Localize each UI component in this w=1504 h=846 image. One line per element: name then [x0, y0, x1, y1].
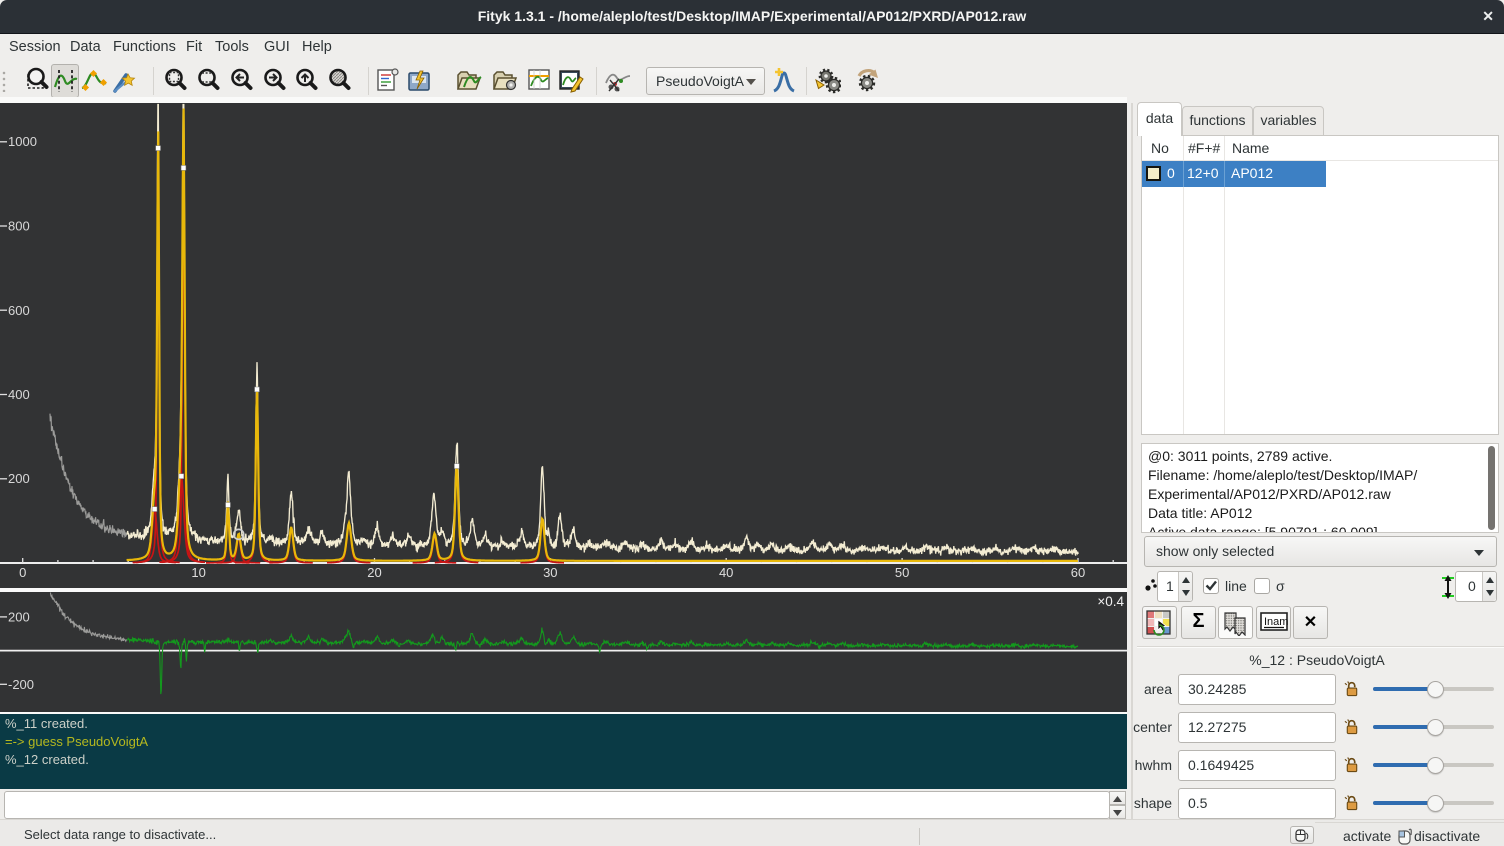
svg-text:10: 10 [191, 565, 205, 580]
svg-text:1000: 1000 [8, 134, 37, 149]
svg-text:Inam: Inam [1264, 616, 1288, 628]
svg-text:200: 200 [8, 471, 30, 486]
svg-text:800: 800 [8, 219, 30, 234]
svg-text:400: 400 [8, 387, 30, 402]
svg-text:600: 600 [8, 303, 30, 318]
svg-text:60: 60 [1071, 565, 1085, 580]
svg-text:-200: -200 [8, 677, 34, 692]
svg-text:50: 50 [895, 565, 909, 580]
svg-text:20: 20 [367, 565, 381, 580]
svg-text:30: 30 [543, 565, 557, 580]
svg-text:×0.4: ×0.4 [1097, 594, 1124, 609]
svg-text:40: 40 [719, 565, 733, 580]
svg-text:0: 0 [19, 565, 26, 580]
svg-text:200: 200 [8, 609, 30, 624]
